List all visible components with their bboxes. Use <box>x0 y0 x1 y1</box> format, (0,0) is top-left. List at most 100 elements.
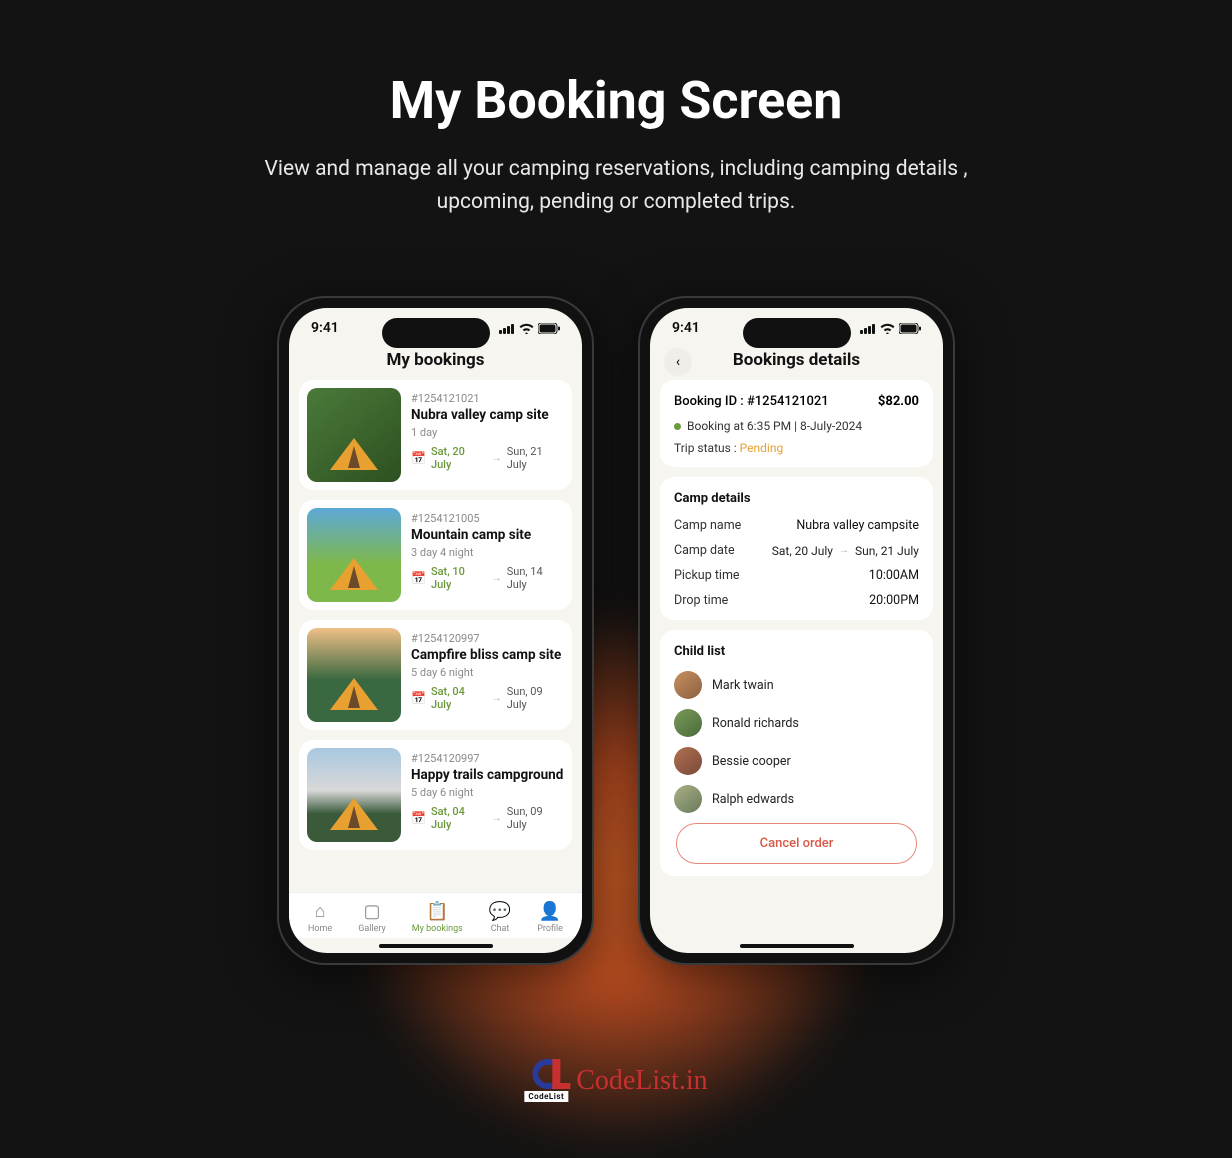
camp-date-value: Sat, 20 July → Sun, 21 July <box>772 543 919 558</box>
booking-thumb <box>307 748 401 842</box>
booking-card[interactable]: #1254121005 Mountain camp site 3 day 4 n… <box>299 500 572 610</box>
arrow-icon: → <box>839 545 849 556</box>
phone-bookings-list: 9:41 My bookings #1254121021 Nubra valle… <box>279 298 592 963</box>
nav-gallery[interactable]: ▢Gallery <box>358 901 386 934</box>
signal-icon <box>499 323 515 334</box>
booking-duration: 5 day 6 night <box>411 666 564 679</box>
booking-card[interactable]: #1254120997 Campfire bliss camp site 5 d… <box>299 620 572 730</box>
status-icons <box>499 323 560 334</box>
home-indicator <box>379 944 493 948</box>
booking-summary-section: Booking ID : #1254121021 $82.00 Booking … <box>660 380 933 467</box>
bottom-nav: ⌂Home ▢Gallery 📋My bookings 💬Chat 👤Profi… <box>289 892 582 938</box>
drop-value: 20:00PM <box>869 593 919 608</box>
booking-dates: 📅 Sat, 20 July → Sun, 21 July <box>411 445 564 471</box>
bookings-list[interactable]: #1254121021 Nubra valley camp site 1 day… <box>289 380 582 892</box>
home-icon: ⌂ <box>315 901 326 922</box>
booking-card[interactable]: #1254120997 Happy trails campground 5 da… <box>299 740 572 850</box>
cancel-order-button[interactable]: Cancel order <box>676 823 917 864</box>
camp-details-section: Camp details Camp name Nubra valley camps… <box>660 477 933 620</box>
trip-status: Trip status : Pending <box>674 441 919 455</box>
section-title: Child list <box>674 644 919 659</box>
booking-thumb <box>307 628 401 722</box>
screen-title: Bookings details <box>650 350 943 370</box>
home-indicator <box>740 944 854 948</box>
nav-bookings[interactable]: 📋My bookings <box>412 901 463 934</box>
booking-id-label: Booking ID : #1254121021 <box>674 394 829 409</box>
wifi-icon <box>519 323 534 334</box>
page-title: My Booking Screen <box>0 0 1232 131</box>
camp-date-label: Camp date <box>674 543 735 558</box>
booking-title: Happy trails campground <box>411 767 564 783</box>
booking-dates: 📅 Sat, 04 July → Sun, 09 July <box>411 805 564 831</box>
battery-icon <box>899 323 921 334</box>
camp-name-value: Nubra valley campsite <box>796 518 919 533</box>
back-button[interactable]: ‹ <box>664 348 692 376</box>
section-title: Camp details <box>674 491 919 506</box>
booking-id: #1254121021 <box>411 392 564 405</box>
avatar <box>674 747 702 775</box>
booking-title: Mountain camp site <box>411 527 564 543</box>
battery-icon <box>538 323 560 334</box>
pickup-value: 10:00AM <box>869 568 919 583</box>
avatar <box>674 671 702 699</box>
booking-thumb <box>307 388 401 482</box>
booking-meta: Booking at 6:35 PM | 8-July-2024 <box>674 419 919 433</box>
booking-id: #1254120997 <box>411 752 564 765</box>
details-content[interactable]: Booking ID : #1254121021 $82.00 Booking … <box>650 380 943 938</box>
signal-icon <box>860 323 876 334</box>
pickup-label: Pickup time <box>674 568 740 583</box>
booking-thumb <box>307 508 401 602</box>
calendar-icon: 📅 <box>411 811 426 825</box>
nav-chat[interactable]: 💬Chat <box>489 901 511 934</box>
child-item: Mark twain <box>674 671 919 699</box>
booking-duration: 3 day 4 night <box>411 546 564 559</box>
brand-subtext: CodeList <box>524 1091 568 1102</box>
brand-text: CodeList.in <box>576 1065 707 1097</box>
trip-status-value: Pending <box>740 441 784 455</box>
booking-title: Nubra valley camp site <box>411 407 564 423</box>
chat-icon: 💬 <box>489 901 511 922</box>
phone-notch <box>382 318 490 348</box>
booking-id: #1254121005 <box>411 512 564 525</box>
status-time: 9:41 <box>672 320 700 336</box>
child-list-section: Child list Mark twain Ronald richards Be… <box>660 630 933 876</box>
booking-duration: 1 day <box>411 426 564 439</box>
nav-profile[interactable]: 👤Profile <box>537 901 563 934</box>
status-icons <box>860 323 921 334</box>
gallery-icon: ▢ <box>363 901 380 922</box>
arrow-icon: → <box>492 813 502 824</box>
screen-title: My bookings <box>289 350 582 370</box>
brand-footer: CodeList CodeList.in <box>524 1059 707 1102</box>
booking-dates: 📅 Sat, 10 July → Sun, 14 July <box>411 565 564 591</box>
booking-duration: 5 day 6 night <box>411 786 564 799</box>
child-item: Ralph edwards <box>674 785 919 813</box>
avatar <box>674 785 702 813</box>
booking-price: $82.00 <box>878 394 919 409</box>
profile-icon: 👤 <box>539 901 561 922</box>
status-time: 9:41 <box>311 320 339 336</box>
phone-notch <box>743 318 851 348</box>
calendar-icon: 📅 <box>411 571 426 585</box>
booking-id: #1254120997 <box>411 632 564 645</box>
booking-title: Campfire bliss camp site <box>411 647 564 663</box>
camp-name-label: Camp name <box>674 518 741 533</box>
child-item: Ronald richards <box>674 709 919 737</box>
booking-dates: 📅 Sat, 04 July → Sun, 09 July <box>411 685 564 711</box>
brand-logo: CodeList <box>524 1059 568 1102</box>
bookings-icon: 📋 <box>426 901 448 922</box>
arrow-icon: → <box>492 573 502 584</box>
calendar-icon: 📅 <box>411 451 426 465</box>
arrow-icon: → <box>492 693 502 704</box>
arrow-icon: → <box>492 453 502 464</box>
page-subtitle: View and manage all your camping reserva… <box>256 153 976 218</box>
phone-booking-details: 9:41 ‹ Bookings details Booking ID : #12… <box>640 298 953 963</box>
avatar <box>674 709 702 737</box>
calendar-icon: 📅 <box>411 691 426 705</box>
chevron-left-icon: ‹ <box>676 354 680 370</box>
nav-home[interactable]: ⌂Home <box>308 901 332 934</box>
status-dot-icon <box>674 423 681 430</box>
drop-label: Drop time <box>674 593 728 608</box>
booking-card[interactable]: #1254121021 Nubra valley camp site 1 day… <box>299 380 572 490</box>
wifi-icon <box>880 323 895 334</box>
child-item: Bessie cooper <box>674 747 919 775</box>
